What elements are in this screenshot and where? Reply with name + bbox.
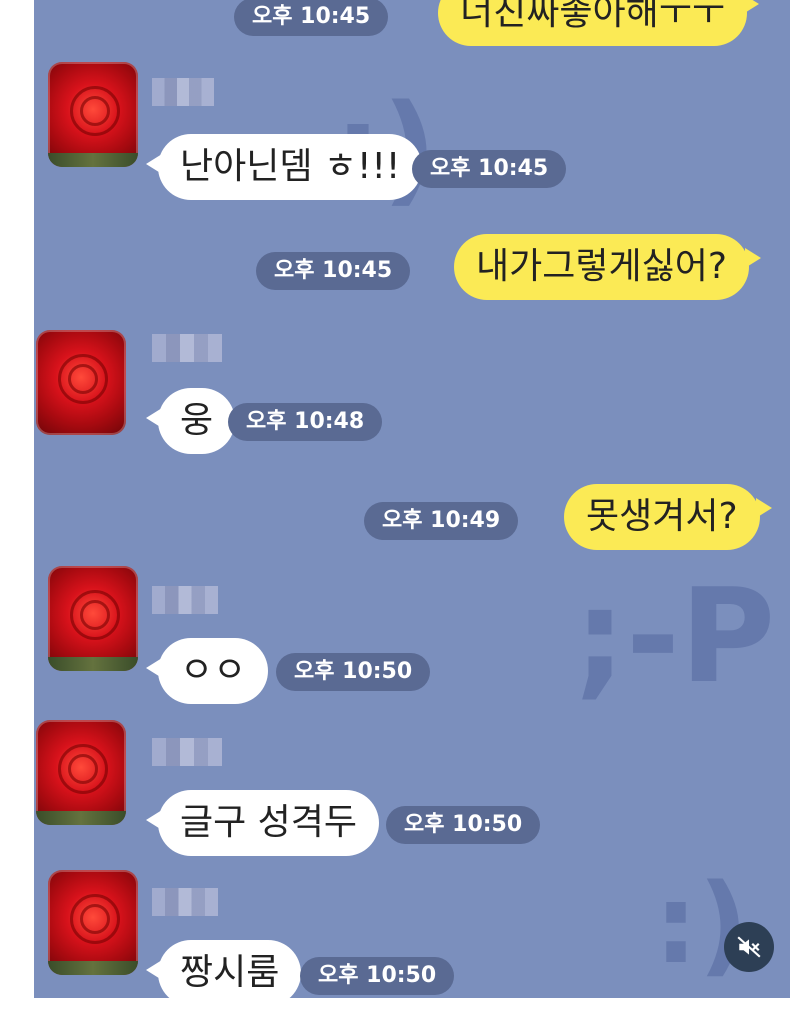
speaker-muted-icon[interactable] (724, 922, 774, 972)
contact-avatar[interactable] (48, 870, 138, 975)
blurred-contact-name (152, 78, 214, 106)
message-timestamp: 오후 10:45 (256, 252, 411, 290)
message-bubble-received[interactable]: 난아닌뎀 ㅎ!!! (145, 134, 423, 200)
blurred-contact-name (152, 586, 218, 614)
message-timestamp: 오후 10:45 (234, 0, 389, 36)
message-bubble-received[interactable]: 웅 (145, 388, 236, 454)
message-timestamp: 오후 10:48 (228, 403, 383, 441)
message-timestamp: 오후 10:45 (412, 150, 567, 188)
message-timestamp: 오후 10:50 (300, 957, 455, 995)
contact-avatar[interactable] (36, 720, 126, 825)
message-timestamp: 오후 10:50 (276, 653, 431, 691)
contact-avatar[interactable] (36, 330, 126, 435)
chat-window: :) ;-P :) 오후 10:45 너진짜좋아해ㅜㅜ 난아닌뎀 ㅎ!!! 오후… (34, 0, 790, 998)
message-bubble-sent[interactable]: 못생겨서? (564, 484, 772, 550)
message-bubble-sent[interactable]: 내가그렇게싫어? (454, 234, 761, 300)
message-bubble-sent[interactable]: 너진짜좋아해ㅜㅜ (438, 0, 759, 46)
background-emoticon: :) (654, 860, 749, 988)
message-timestamp: 오후 10:49 (364, 502, 519, 540)
blurred-contact-name (152, 738, 222, 766)
message-bubble-received[interactable]: 짱시룸 (145, 940, 302, 998)
message-timestamp: 오후 10:50 (386, 806, 541, 844)
blurred-contact-name (152, 888, 218, 916)
message-bubble-received[interactable]: 글구 성격두 (145, 790, 380, 856)
message-bubble-received[interactable]: ㅇㅇ (145, 638, 269, 704)
contact-avatar[interactable] (48, 62, 138, 167)
background-emoticon: ;-P (574, 560, 776, 712)
contact-avatar[interactable] (48, 566, 138, 671)
blurred-contact-name (152, 334, 222, 362)
speaker-muted-icon-glyph (737, 936, 761, 958)
